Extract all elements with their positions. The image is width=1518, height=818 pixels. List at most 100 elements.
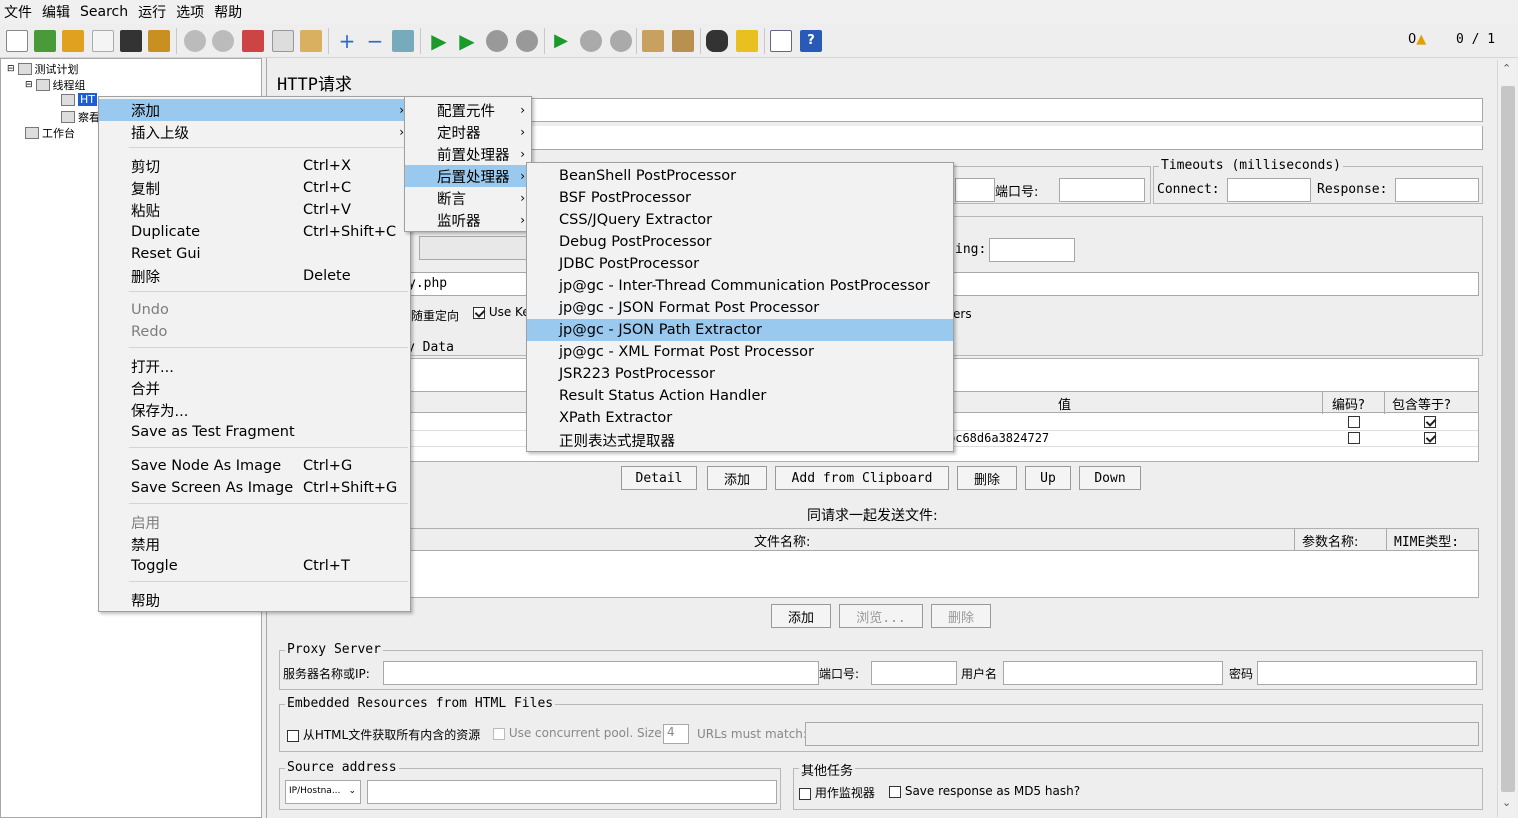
function-helper-icon[interactable] (770, 30, 792, 52)
redo-icon[interactable] (212, 30, 234, 52)
source-type-select[interactable]: IP/Hostna... ⌄ (285, 780, 361, 804)
tree-node-workbench[interactable]: 工作台 (25, 125, 75, 141)
context-menu-item[interactable]: 保存为... (99, 399, 410, 421)
menu-run[interactable]: 运行 (138, 2, 166, 22)
file-add-button[interactable]: 添加 (771, 604, 831, 628)
scroll-up-icon[interactable]: ⌃ (1502, 62, 1511, 75)
context-menu-item[interactable]: 启用 (99, 511, 410, 533)
reset-search-icon[interactable] (736, 30, 758, 52)
concurrent-pool[interactable]: Use concurrent pool. Size: (493, 726, 666, 740)
comments-field[interactable] (407, 126, 1483, 150)
scroll-down-icon[interactable]: ⌄ (1502, 796, 1511, 809)
add-submenu-item[interactable]: 配置元件 › (405, 99, 531, 121)
post-processor-item[interactable]: jp@gc - XML Format Post Processor (527, 341, 953, 363)
remote-stop-icon[interactable] (580, 30, 602, 52)
post-processor-item[interactable]: BSF PostProcessor (527, 187, 953, 209)
pool-size-field[interactable]: 4 (663, 724, 689, 744)
new-icon[interactable] (6, 30, 28, 52)
connect-timeout-field[interactable] (1227, 178, 1311, 202)
add-button[interactable]: 添加 (707, 466, 767, 490)
up-button[interactable]: Up (1025, 466, 1071, 490)
md5-checkbox[interactable] (889, 785, 901, 798)
add-submenu-item[interactable]: 后置处理器 › (405, 165, 531, 187)
content-encoding-field[interactable] (989, 238, 1075, 262)
tree-node-thread-group[interactable]: ⊟ 线程组 (25, 77, 86, 93)
name-field[interactable] (407, 98, 1483, 122)
encode-checkbox[interactable] (1348, 416, 1360, 428)
context-menu-item[interactable]: Toggle Ctrl+T (99, 555, 410, 577)
close-icon[interactable] (92, 30, 114, 52)
post-processor-item[interactable]: Result Status Action Handler (527, 385, 953, 407)
collapse-icon[interactable]: − (364, 30, 386, 52)
copy-icon[interactable] (272, 30, 294, 52)
post-processor-item[interactable]: jp@gc - JSON Path Extractor (527, 319, 953, 341)
proxy-password-field[interactable] (1257, 661, 1477, 685)
menu-file[interactable]: 文件 (4, 2, 32, 22)
save-md5[interactable]: Save response as MD5 hash? (889, 784, 1080, 798)
toggle-icon[interactable] (392, 30, 414, 52)
context-menu-item[interactable]: 打开... (99, 355, 410, 377)
stop-icon[interactable] (486, 30, 508, 52)
context-menu-item[interactable]: 复制 Ctrl+C (99, 177, 410, 199)
file-delete-button[interactable]: 删除 (931, 604, 991, 628)
context-menu-item[interactable]: 禁用 (99, 533, 410, 555)
include-equals-checkbox[interactable] (1424, 416, 1436, 428)
post-processor-item[interactable]: JSR223 PostProcessor (527, 363, 953, 385)
add-from-clipboard-button[interactable]: Add from Clipboard (775, 466, 949, 490)
save-icon[interactable] (120, 30, 142, 52)
add-submenu-item[interactable]: 监听器 › (405, 209, 531, 231)
menu-search[interactable]: Search (80, 4, 128, 20)
implementation-select[interactable] (419, 236, 529, 260)
expand-icon[interactable]: + (336, 30, 358, 52)
context-menu-item[interactable]: 帮助 (99, 589, 410, 611)
context-menu-item[interactable]: Save Screen As Image Ctrl+Shift+G (99, 477, 410, 499)
context-menu-item[interactable]: 合并 (99, 377, 410, 399)
context-menu-item[interactable]: Save as Test Fragment (99, 421, 410, 443)
post-processor-item[interactable]: JDBC PostProcessor (527, 253, 953, 275)
down-button[interactable]: Down (1079, 466, 1141, 490)
tree-node-test-plan[interactable]: ⊟ 测试计划 (7, 61, 79, 77)
add-submenu-item[interactable]: 定时器 › (405, 121, 531, 143)
post-processor-item[interactable]: jp@gc - Inter-Thread Communication PostP… (527, 275, 953, 297)
use-as-monitor[interactable]: 用作监视器 (799, 784, 875, 801)
concurrent-pool-checkbox[interactable] (493, 727, 505, 740)
fetch-embedded-checkbox[interactable] (287, 729, 299, 742)
monitor-checkbox[interactable] (799, 787, 811, 800)
save-as-icon[interactable] (148, 30, 170, 52)
context-menu-item[interactable]: 删除 Delete (99, 265, 410, 287)
server-name-field[interactable] (955, 178, 995, 202)
proxy-port-field[interactable] (871, 661, 957, 685)
help-icon[interactable]: ? (800, 30, 822, 52)
delete-button[interactable]: 删除 (957, 466, 1017, 490)
post-processor-item[interactable]: BeanShell PostProcessor (527, 165, 953, 187)
post-processor-item[interactable]: XPath Extractor (527, 407, 953, 429)
open-icon[interactable] (62, 30, 84, 52)
body-data-tab[interactable]: y Data (407, 340, 454, 355)
vertical-scrollbar[interactable]: ⌃ ⌄ (1497, 60, 1517, 817)
file-browse-button[interactable]: 浏览... (839, 604, 923, 628)
context-menu-item[interactable]: 添加 › (99, 99, 410, 121)
undo-icon[interactable] (184, 30, 206, 52)
menu-help[interactable]: 帮助 (214, 2, 242, 22)
post-processor-item[interactable]: CSS/JQuery Extractor (527, 209, 953, 231)
proxy-username-field[interactable] (1003, 661, 1223, 685)
context-menu-item[interactable]: 剪切 Ctrl+X (99, 155, 410, 177)
encode-checkbox[interactable] (1348, 432, 1360, 444)
response-timeout-field[interactable] (1395, 178, 1479, 202)
tree-node-http-request[interactable]: HT (61, 93, 97, 106)
proxy-host-field[interactable] (383, 661, 819, 685)
start-no-pause-icon[interactable]: ▶ (456, 30, 478, 52)
context-menu-item[interactable]: Undo (99, 299, 410, 321)
context-menu-item[interactable]: Reset Gui (99, 243, 410, 265)
templates-icon[interactable] (34, 30, 56, 52)
post-processor-item[interactable]: Debug PostProcessor (527, 231, 953, 253)
context-menu-item[interactable]: Save Node As Image Ctrl+G (99, 455, 410, 477)
detail-button[interactable]: Detail (621, 466, 697, 490)
urls-match-field[interactable] (805, 722, 1479, 746)
remote-shutdown-icon[interactable] (610, 30, 632, 52)
cut-icon[interactable] (242, 30, 264, 52)
port-field[interactable] (1059, 178, 1145, 202)
add-submenu-item[interactable]: 断言 › (405, 187, 531, 209)
add-submenu-item[interactable]: 前置处理器 › (405, 143, 531, 165)
clear-icon[interactable] (642, 30, 664, 52)
